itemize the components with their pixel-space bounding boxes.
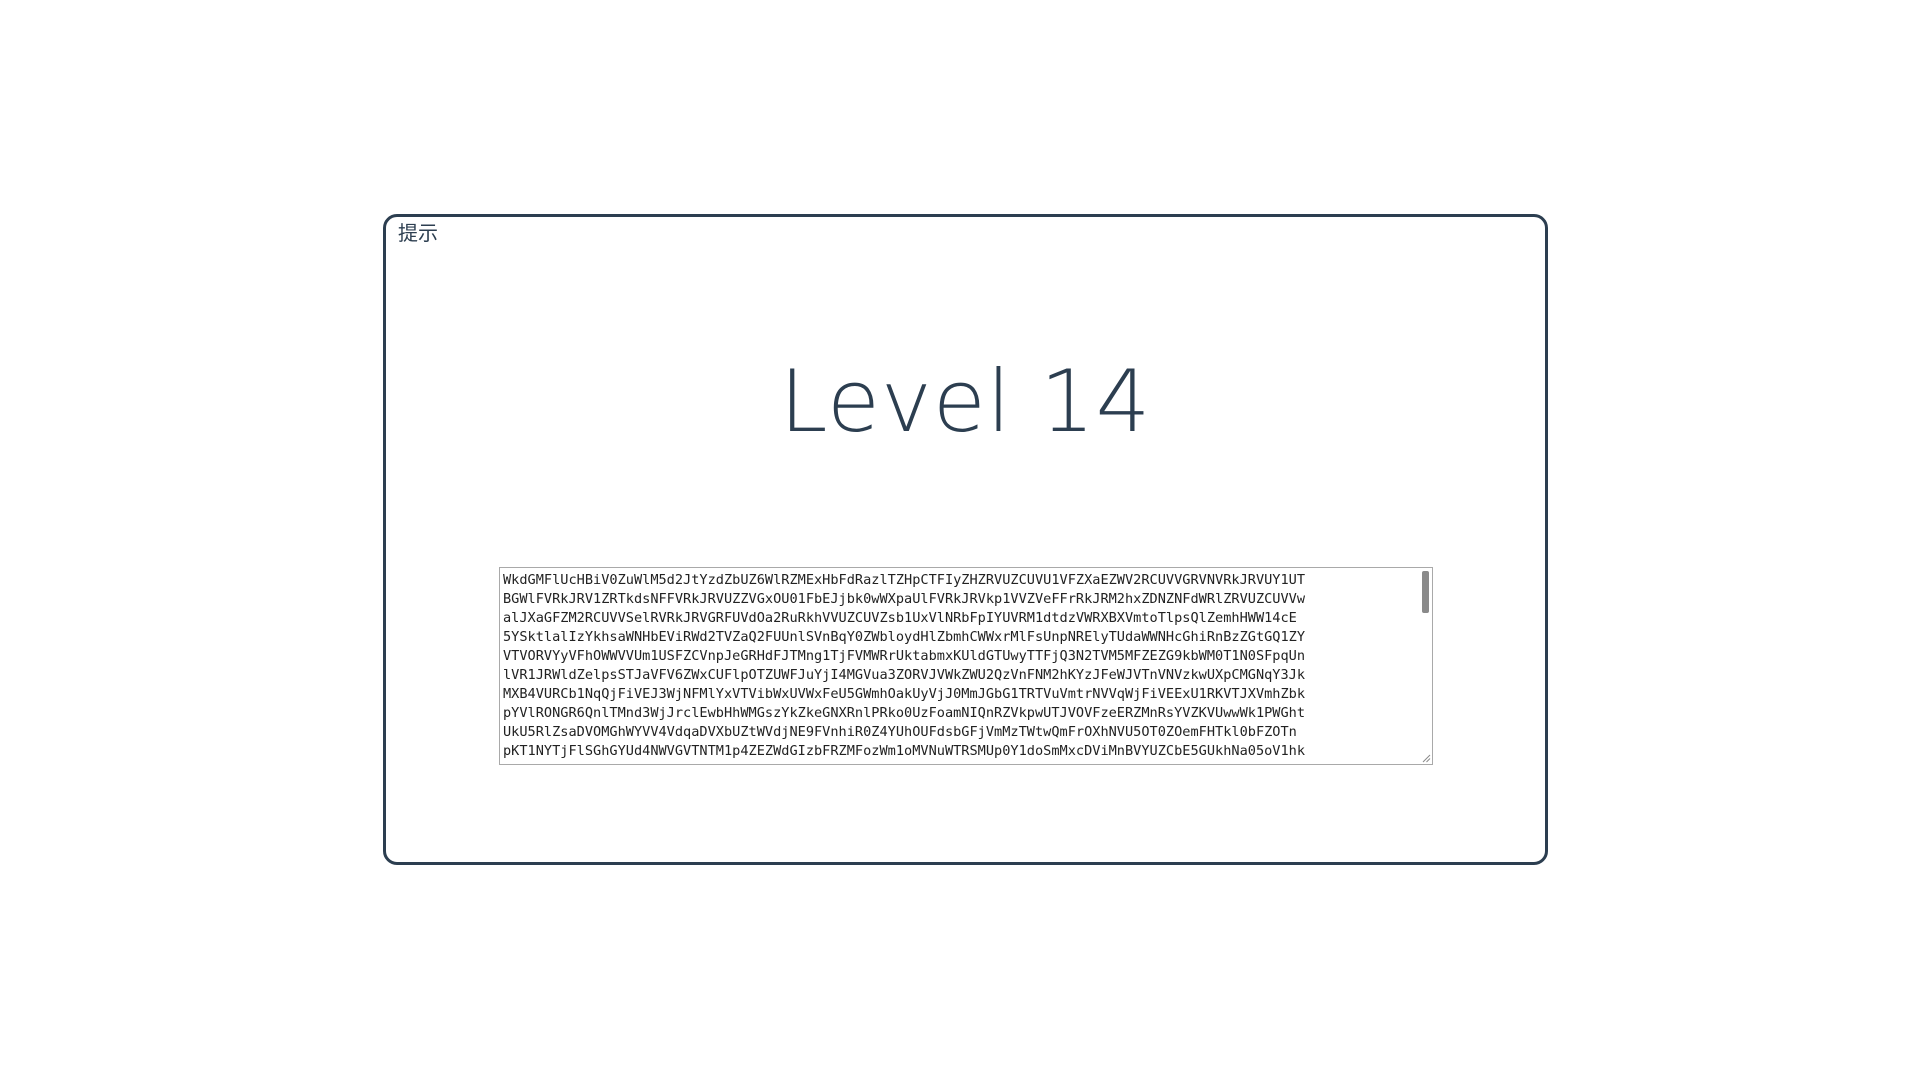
level-title: Level 14	[779, 352, 1152, 452]
encoded-text-content[interactable]: WkdGMFlUcHBiV0ZuWlM5d2JtYzdZbUZ6WlRZMExH…	[503, 571, 1410, 761]
scrollbar[interactable]	[1419, 569, 1431, 750]
encoded-text-area[interactable]: WkdGMFlUcHBiV0ZuWlM5d2JtYzdZbUZ6WlRZMExH…	[499, 567, 1433, 765]
hint-label: 提示	[398, 221, 438, 245]
scrollbar-thumb[interactable]	[1422, 571, 1429, 613]
hint-panel: 提示 Level 14 WkdGMFlUcHBiV0ZuWlM5d2JtYzdZ…	[383, 214, 1548, 865]
resize-grip-icon[interactable]	[1421, 753, 1431, 763]
